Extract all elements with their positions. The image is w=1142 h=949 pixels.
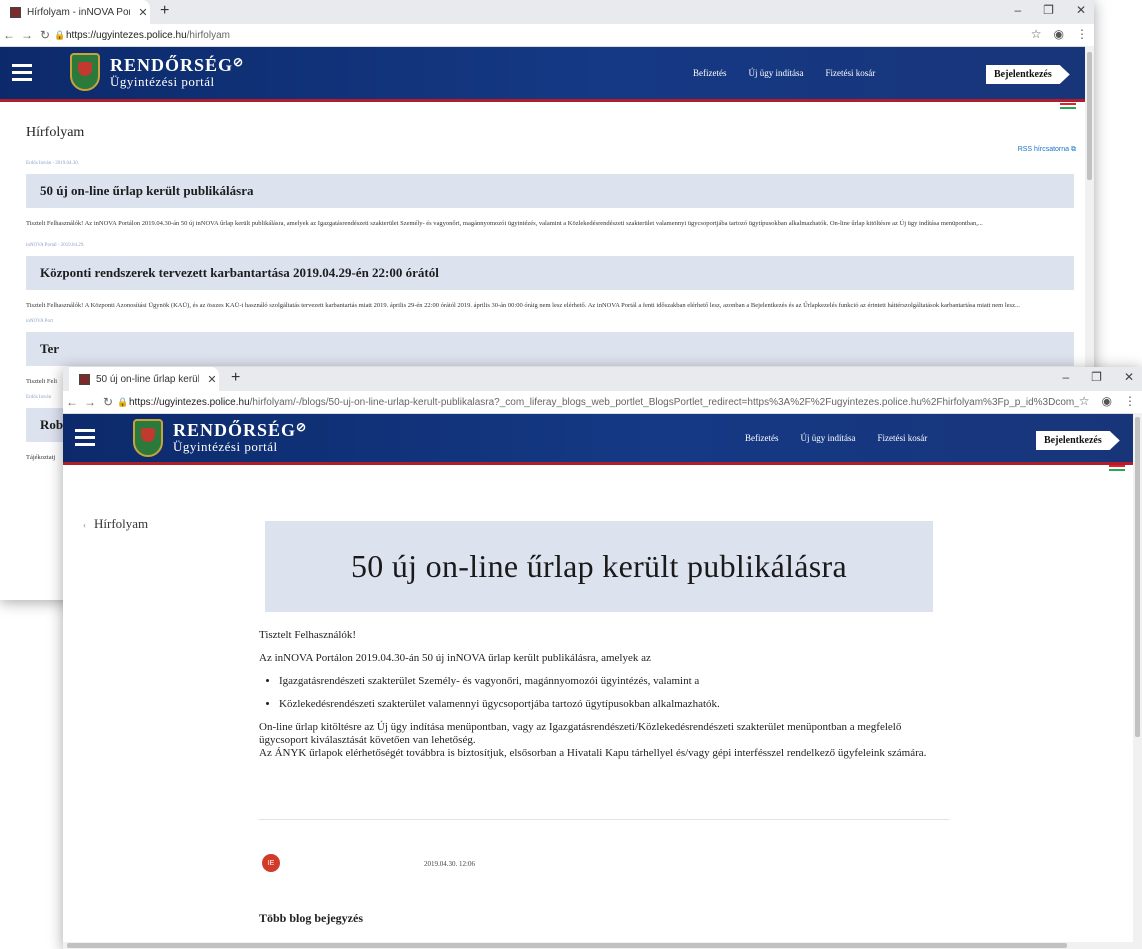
intro-paragraph: Az inNOVA Portálon 2019.04.30-án 50 új i… bbox=[259, 652, 651, 664]
post-title[interactable]: Ter bbox=[26, 332, 1074, 366]
minimize-icon[interactable]: – bbox=[1014, 3, 1021, 17]
browser-tab[interactable]: Hírfolyam - inNOVA Portál ✕ bbox=[0, 0, 150, 24]
menu-dots-icon[interactable]: ⋮ bbox=[1076, 27, 1088, 41]
browser-window-front: 50 új on-line űrlap került publi ✕ + – ❐… bbox=[63, 367, 1142, 949]
feed-post: inNOVA Portál - 2019.04.29. Központi ren… bbox=[20, 243, 1080, 313]
brand: RENDŐRSÉG⊘ Ügyintézési portál bbox=[110, 55, 245, 89]
nav-uj-ugy[interactable]: Új ügy indítása bbox=[748, 68, 803, 78]
article-body: Tisztelt Felhasználók! Az inNOVA Portálo… bbox=[259, 629, 949, 760]
favicon-icon bbox=[10, 6, 21, 18]
post-title[interactable]: Központi rendszerek tervezett karbantart… bbox=[26, 256, 1074, 290]
article-title-box: 50 új on-line űrlap került publikálásra bbox=[265, 521, 933, 612]
close-window-icon[interactable]: ✕ bbox=[1076, 3, 1086, 17]
author-avatar[interactable]: IE bbox=[262, 854, 280, 872]
breadcrumb[interactable]: ‹ Hírfolyam bbox=[83, 516, 148, 532]
address-bar: ← → ↻ 🔒 https://ugyintezes.police.hu/hir… bbox=[0, 24, 1094, 47]
top-navigation: Befizetés Új ügy indítása Fizetési kosár bbox=[693, 68, 875, 78]
list-item: Igazgatásrendészeti szakterület Személy-… bbox=[279, 675, 949, 688]
article-title: 50 új on-line űrlap került publikálásra bbox=[350, 548, 847, 584]
language-flag-icon[interactable] bbox=[1060, 103, 1076, 109]
hamburger-menu-icon[interactable] bbox=[12, 60, 32, 85]
site-header: RENDŐRSÉG⊘ Ügyintézési portál Befizetés … bbox=[0, 47, 1094, 102]
window-controls: – ❐ ✕ bbox=[1014, 3, 1086, 17]
post-title[interactable]: 50 új on-line űrlap került publikálásra bbox=[26, 174, 1074, 208]
maximize-icon[interactable]: ❐ bbox=[1043, 3, 1054, 17]
vertical-scrollbar[interactable] bbox=[1133, 413, 1142, 949]
post-excerpt: Tisztelt Felhasználók! Az inNOVA Portálo… bbox=[26, 220, 983, 227]
post-excerpt: Tisztelt Felhasználók! A Központi Azonos… bbox=[26, 302, 1020, 309]
profile-icon[interactable]: ◉ bbox=[1054, 27, 1064, 41]
new-tab-icon[interactable]: + bbox=[160, 2, 169, 20]
post-date: 2019.04.30. 12:06 bbox=[424, 860, 475, 868]
close-tab-icon[interactable]: ✕ bbox=[136, 6, 150, 19]
tab-title: Hírfolyam - inNOVA Portál bbox=[27, 6, 130, 18]
post-meta: inNOVA Portál - 2019.04.29. bbox=[26, 243, 85, 248]
bookmark-star-icon[interactable]: ☆ bbox=[1031, 27, 1042, 41]
nav-fizetesi-kosar[interactable]: Fizetési kosár bbox=[825, 68, 875, 78]
greeting: Tisztelt Felhasználók! bbox=[259, 629, 357, 641]
page-title: Hírfolyam bbox=[26, 125, 85, 140]
back-icon[interactable]: ← bbox=[0, 28, 18, 42]
tab-bar: Hírfolyam - inNOVA Portál ✕ + – ❐ ✕ bbox=[0, 0, 1094, 24]
horizontal-scrollbar[interactable] bbox=[63, 942, 1133, 949]
post-meta: inNOVA Port bbox=[26, 319, 53, 324]
chevron-left-icon: ‹ bbox=[83, 520, 86, 530]
login-button[interactable]: Bejelentkezés bbox=[986, 65, 1070, 84]
list-item: Közlekedésrendészeti szakterület valamen… bbox=[279, 698, 949, 711]
bullet-list: Igazgatásrendészeti szakterület Személy-… bbox=[259, 675, 949, 711]
reload-icon[interactable]: ↻ bbox=[36, 28, 54, 42]
nav-befizetes[interactable]: Befizetés bbox=[693, 68, 726, 78]
police-crest-logo bbox=[70, 53, 100, 91]
paragraph: On-line űrlap kitöltésre az Új ügy indít… bbox=[259, 721, 902, 746]
divider bbox=[259, 819, 949, 820]
feed-post: Erdős István - 2019.04.30. 50 új on-line… bbox=[20, 161, 1080, 231]
paragraph: Az ÁNYK űrlapok elérhetőségét továbbra i… bbox=[259, 747, 927, 759]
url-field[interactable]: https://ugyintezes.police.hu/hirfolyam bbox=[66, 30, 230, 41]
rss-link[interactable]: RSS hírcsatorna ⧉ bbox=[1018, 146, 1076, 154]
post-meta: Erdős István - 2019.04.30. bbox=[26, 161, 80, 166]
lock-icon: 🔒 bbox=[54, 29, 66, 40]
blog-article: ‹ Hírfolyam 50 új on-line űrlap került pu… bbox=[63, 367, 1133, 949]
more-blogs-heading: Több blog bejegyzés bbox=[259, 911, 364, 925]
forward-icon[interactable]: → bbox=[18, 28, 36, 42]
